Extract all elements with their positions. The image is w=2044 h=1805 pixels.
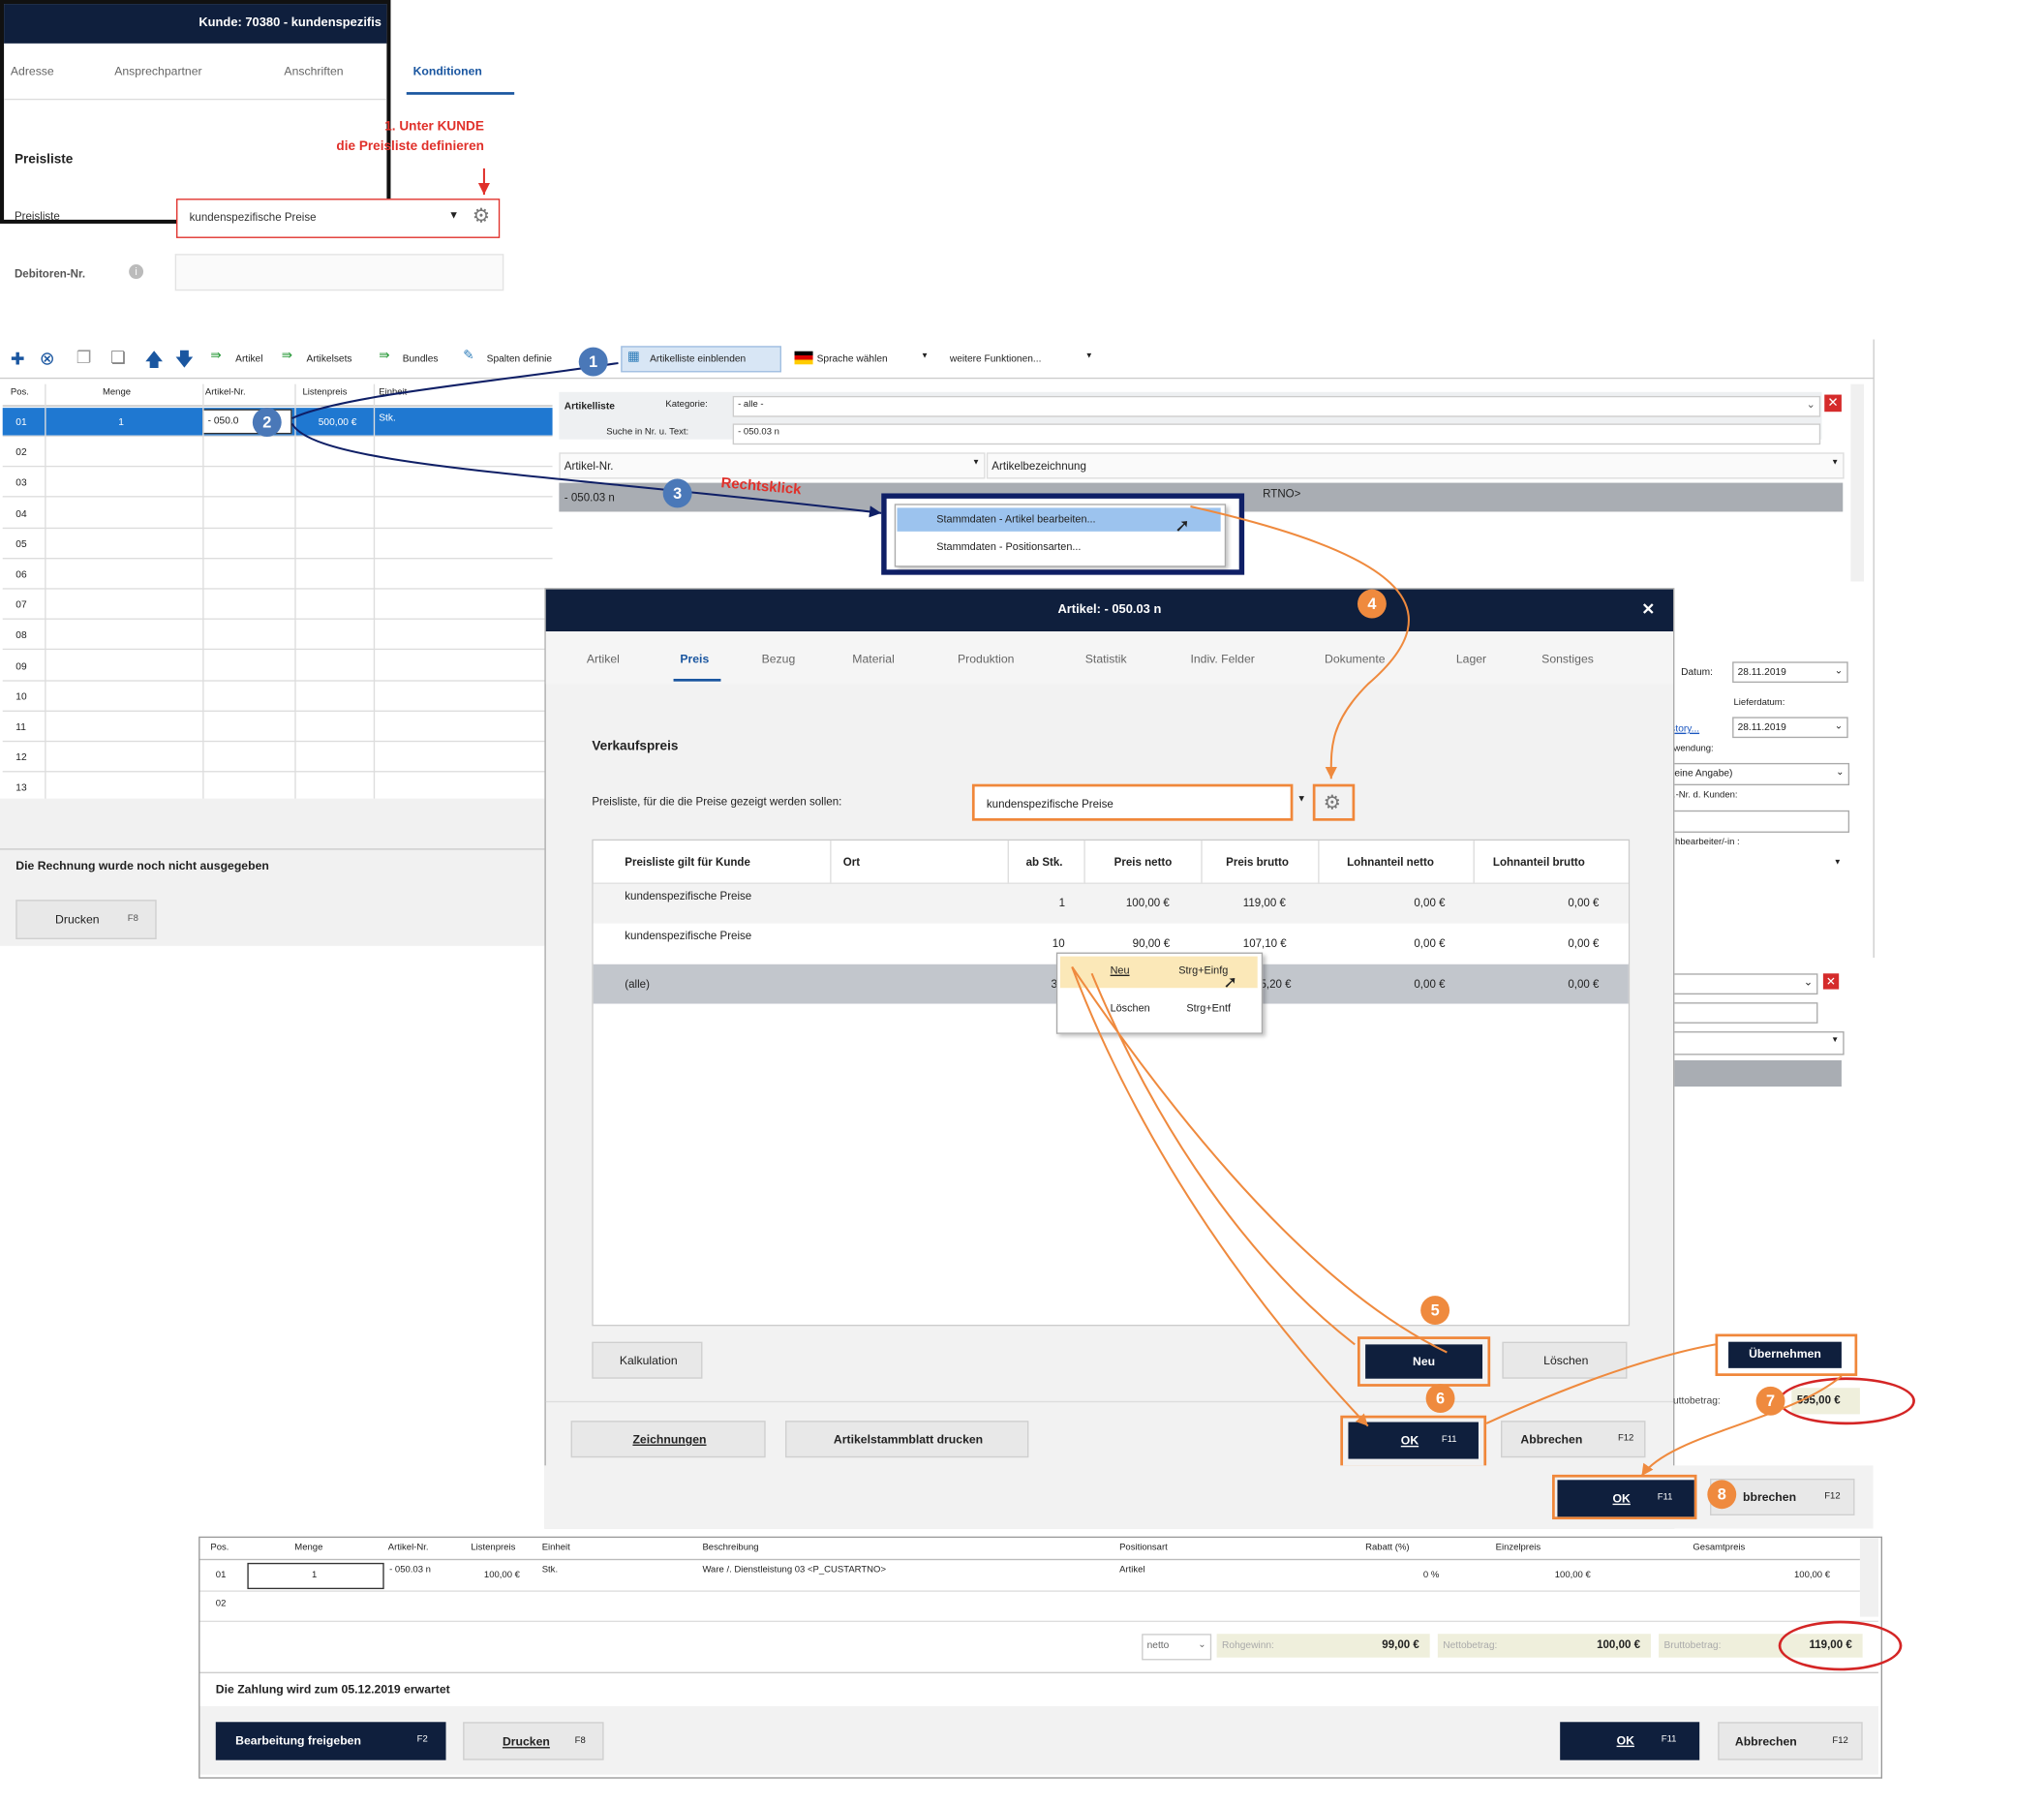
- badge-8: 8: [1707, 1480, 1737, 1510]
- arrow-1-2: [291, 361, 619, 419]
- arrow-5-line2: [1090, 972, 1356, 1346]
- badge-5: 5: [1420, 1296, 1450, 1326]
- arrow-5-line1: [1071, 965, 1448, 1354]
- badge-3: 3: [662, 478, 692, 508]
- arrow-7-8: [1640, 1375, 1843, 1477]
- annotation-arrows: [290, 168, 1843, 1477]
- arrow-6-line: [1071, 966, 1369, 1427]
- badge-4: 4: [1357, 589, 1387, 619]
- badge-1: 1: [578, 347, 608, 377]
- arrow-6-7: [1485, 1343, 1716, 1424]
- screenshot-canvas: Kunde: 70380 - kundenspezifis Adresse An…: [0, 0, 2044, 1805]
- arrow-2-3: [290, 422, 882, 518]
- badge-2: 2: [252, 408, 282, 438]
- badge-6: 6: [1425, 1384, 1455, 1414]
- arrow-3-4: [1190, 505, 1410, 780]
- badge-7: 7: [1755, 1386, 1785, 1416]
